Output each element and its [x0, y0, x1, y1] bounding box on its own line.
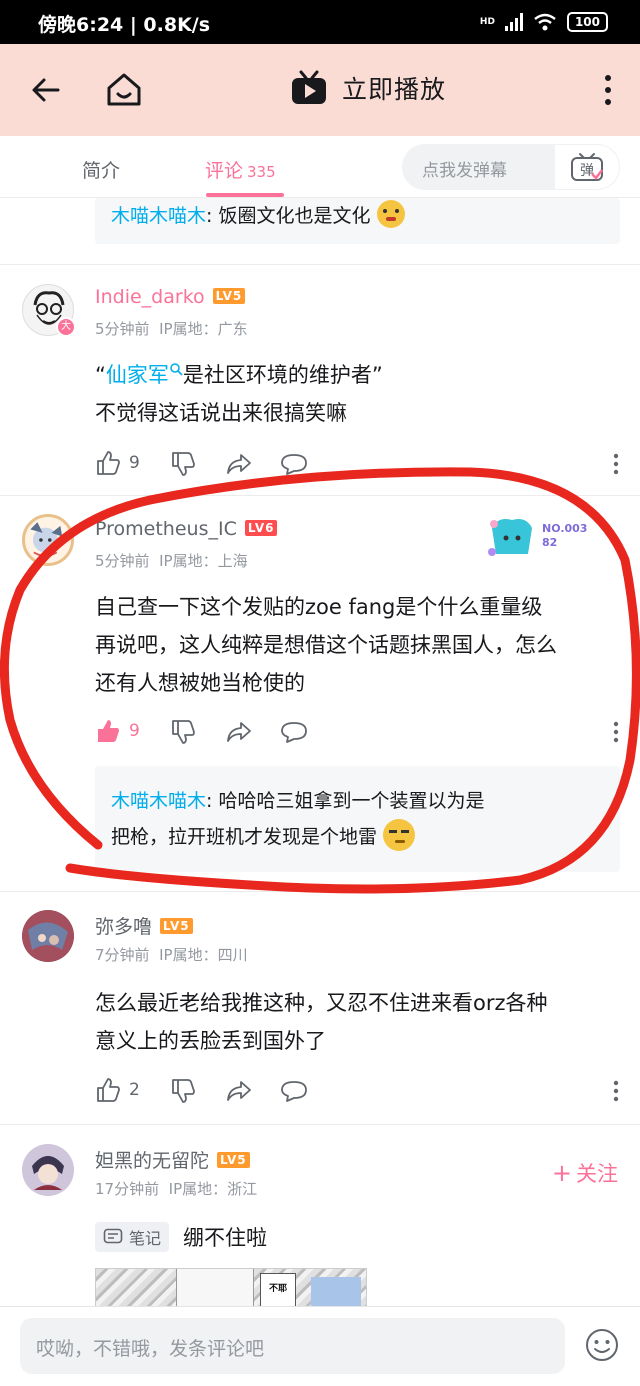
share-icon[interactable] [225, 719, 253, 745]
comment-content: 怎么最近老给我推这种，又忍不住进来看orz各种 意义上的丢脸丢到国外了 [95, 991, 548, 1053]
like-count: 9 [129, 453, 140, 473]
thumbs-up-filled-icon [98, 720, 119, 742]
reply-text: : 饭圈文化也是文化 [206, 205, 371, 227]
thumbs-up-icon [97, 1078, 120, 1102]
comment-composer-bar: 哎呦，不错哦，发条评论吧 [0, 1306, 640, 1386]
battery-icon: 100 [566, 12, 608, 32]
image-caption: 不耶 [260, 1273, 296, 1307]
reply-icon[interactable] [280, 720, 308, 744]
tv-play-icon [292, 70, 326, 104]
app-bar: 立即播放 [0, 44, 640, 136]
avatar-art-icon [22, 910, 74, 962]
level-badge: LV5 [212, 288, 246, 304]
play-now-button[interactable]: 立即播放 [290, 70, 446, 106]
fan-badge-number: NO.00382 [542, 522, 588, 549]
comment-meta: 7分钟前 IP属地：四川 [95, 946, 248, 964]
search-link[interactable]: 仙家军 [106, 363, 183, 387]
note-icon [103, 1228, 123, 1244]
username[interactable]: 妲黑的无留陀 LV5 [95, 1146, 250, 1173]
plus-icon: + [551, 1159, 572, 1187]
like-count: 9 [129, 721, 140, 741]
share-icon[interactable] [225, 1078, 253, 1104]
comment-divider [0, 264, 640, 265]
like-count: 2 [129, 1080, 140, 1100]
status-time-speed: 傍晚6:24 | 0.8K/s [38, 14, 211, 36]
back-arrow-icon[interactable] [28, 72, 64, 108]
comment-divider [0, 891, 640, 892]
play-now-label: 立即播放 [342, 75, 447, 104]
danmaku-glyph: 弹 [580, 163, 594, 179]
reply-icon[interactable] [280, 1079, 308, 1103]
avatar[interactable] [22, 1144, 74, 1196]
avatar-anime-icon [30, 522, 63, 557]
fan-badge-character-icon [488, 519, 532, 556]
vip-badge: 大 [56, 317, 76, 337]
level-badge: LV5 [160, 918, 193, 934]
reply-preview[interactable]: 木喵木喵木: 哈哈哈三姐拿到一个装置以为是 把枪，拉开班机才发现是个地雷 [95, 766, 620, 872]
reply-preview[interactable]: 木喵木喵木: 饭圈文化也是文化 [95, 198, 620, 244]
comments-count: 335 [247, 163, 276, 181]
tab-bar: 简介 评论 335 点我发弹幕 弹 [0, 136, 640, 198]
reply-author[interactable]: 木喵木喵木 [111, 790, 206, 812]
more-options-icon[interactable] [612, 452, 620, 476]
reply-icon[interactable] [280, 452, 308, 476]
tab-comments-label: 评论 [205, 160, 244, 182]
avatar[interactable] [22, 514, 74, 566]
comment-actions: 2 [95, 1077, 620, 1107]
comment-divider [0, 1124, 640, 1125]
comment-input[interactable]: 哎呦，不错哦，发条评论吧 [20, 1318, 565, 1374]
more-vertical-icon[interactable] [598, 70, 618, 110]
like-button[interactable]: 2 [95, 1077, 140, 1103]
comment-input-placeholder: 哎呦，不错哦，发条评论吧 [36, 1338, 265, 1360]
comment-meta: 5分钟前 IP属地：上海 [95, 552, 248, 570]
signal-icon [504, 13, 523, 31]
danmaku-placeholder: 点我发弹幕 [422, 161, 507, 181]
comment-actions: 9 [95, 450, 620, 480]
level-badge: LV6 [244, 520, 278, 536]
home-icon[interactable] [104, 70, 144, 110]
follow-button[interactable]: + 关注 [552, 1158, 618, 1188]
thumbs-down-icon[interactable] [170, 1078, 196, 1104]
doge-emoji-icon [376, 200, 405, 228]
active-tab-indicator [206, 193, 284, 197]
comment-content: 自己查一下这个发贴的zoe fang是个什么重量级 再说吧，这人纯粹是想借这个话… [95, 595, 557, 695]
emoji-picker-icon[interactable] [584, 1327, 620, 1363]
thumbs-down-icon[interactable] [170, 451, 196, 477]
comment-meta: 17分钟前 IP属地：浙江 [95, 1180, 258, 1198]
danmaku-input[interactable]: 点我发弹幕 弹 [402, 144, 620, 190]
status-bar: 傍晚6:24 | 0.8K/s HD 100 [0, 0, 640, 44]
danmaku-tv-icon: 弹 [571, 153, 603, 181]
username[interactable]: Indie_darko LV5 [95, 286, 246, 308]
wifi-icon [534, 13, 556, 31]
network-type: HD [479, 17, 495, 27]
note-tag[interactable]: 笔记 [95, 1222, 170, 1252]
reply-author[interactable]: 木喵木喵木 [111, 205, 206, 227]
avatar[interactable] [22, 910, 74, 962]
like-button[interactable]: 9 [95, 450, 140, 476]
more-options-icon[interactable] [612, 1079, 620, 1103]
like-button-active[interactable]: 9 [95, 718, 140, 744]
smirk-emoji-icon [383, 819, 416, 851]
comment-actions: 9 [95, 718, 620, 748]
more-options-icon[interactable] [612, 720, 620, 744]
comment-content: “仙家军 是社区环境的维护者” 不觉得这话说出来很搞笑嘛 [95, 363, 383, 425]
thumbs-down-icon[interactable] [170, 719, 196, 745]
share-icon[interactable] [225, 451, 253, 477]
search-icon [170, 363, 183, 376]
comment-content: 绷不住啦 [183, 1226, 267, 1250]
tab-comments[interactable]: 评论 335 [205, 156, 276, 183]
tab-intro[interactable]: 简介 [82, 156, 120, 183]
username[interactable]: Prometheus_IC LV6 [95, 518, 278, 540]
thumbs-up-icon [97, 451, 120, 475]
danmaku-toggle-button[interactable]: 弹 [554, 144, 620, 190]
level-badge: LV5 [217, 1152, 250, 1168]
comment-divider [0, 495, 640, 496]
comment-image[interactable]: 不耶 [95, 1268, 367, 1308]
avatar-character-icon [22, 1144, 74, 1196]
fan-badge[interactable]: NO.00382 [484, 514, 594, 562]
comment-meta: 5分钟前 IP属地：广东 [95, 320, 248, 338]
username[interactable]: 弥多噜 LV5 [95, 912, 193, 939]
